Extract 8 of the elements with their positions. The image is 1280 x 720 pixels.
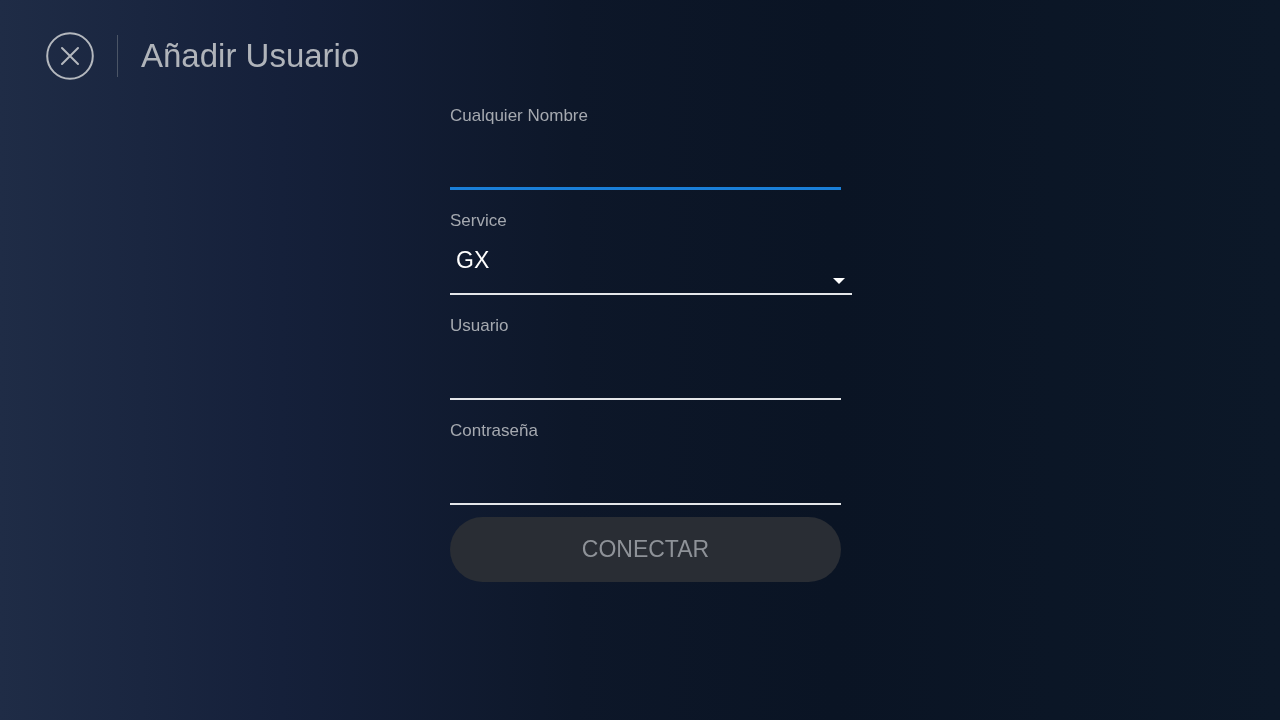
close-icon[interactable] (46, 32, 94, 80)
field-label: Contraseña (450, 421, 538, 441)
field-label: Usuario (450, 316, 509, 336)
caret-icon (833, 278, 845, 284)
field-label: Cualquier Nombre (450, 106, 588, 126)
field-label: Service (450, 211, 507, 231)
service-dropdown[interactable]: GX (450, 231, 852, 295)
page-title: Añadir Usuario (141, 36, 360, 76)
